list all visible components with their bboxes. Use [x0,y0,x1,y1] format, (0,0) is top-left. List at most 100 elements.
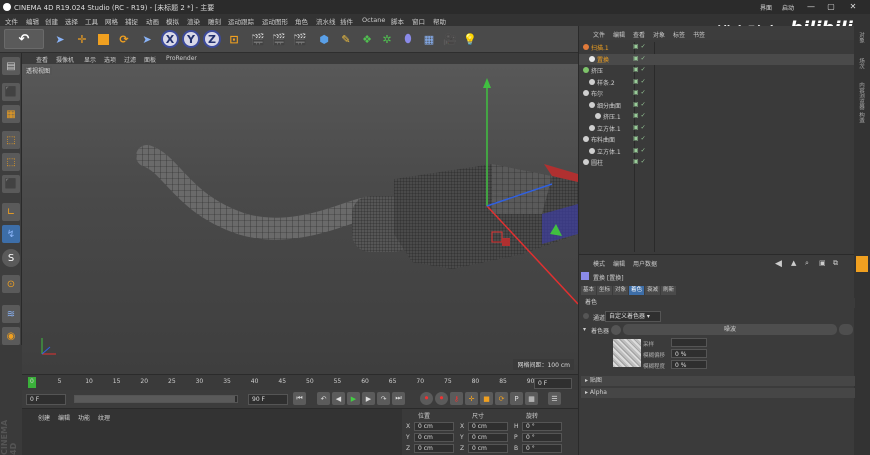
coord-field[interactable]: 0 cm [468,433,508,442]
visibility-check-icon[interactable]: ▣ ✓ [633,89,646,96]
menu-edit[interactable]: 编辑 [26,16,39,26]
x-axis-lock[interactable]: X [161,30,179,48]
back-arrow-icon[interactable]: ◀ [775,259,782,269]
obj-menu-edit[interactable]: 编辑 [613,30,625,39]
workplane-button[interactable]: ⊙ [2,275,20,293]
menu-snap[interactable]: 捕捉 [125,16,138,26]
menu-mesh[interactable]: 网格 [105,16,118,26]
object-name[interactable]: 挤压.1 [603,112,621,121]
obj-menu-view[interactable]: 查看 [633,30,645,39]
attr-tab[interactable]: 坐标 [597,286,613,295]
menu-select[interactable]: 选择 [65,16,78,26]
attr-tab[interactable]: 刷新 [661,286,677,295]
render-picture-viewer-button[interactable]: 🎬 [269,29,289,49]
vp-menu-options[interactable]: 选项 [104,55,116,64]
menu-render[interactable]: 渲染 [187,16,200,26]
object-row[interactable]: 挤压 ▣ ✓ [579,65,855,76]
move-tool-button[interactable]: ✛ [72,29,92,49]
attr-menu-edit[interactable]: 编辑 [613,259,625,268]
object-row[interactable]: 细分曲面 ▣ ✓ [579,100,855,111]
go-to-end-button[interactable]: ⏭ [392,392,405,405]
menu-window[interactable]: 窗口 [412,16,425,26]
object-row[interactable]: 立方体.1 ▣ ✓ [579,146,855,157]
coord-field[interactable]: 0 cm [468,422,508,431]
current-frame-field[interactable]: 0 F [534,378,572,389]
menu-file[interactable]: 文件 [5,16,18,26]
attr-tab[interactable]: 衰减 [645,286,661,295]
up-arrow-icon[interactable]: ▲ [791,259,796,267]
vp-menu-view[interactable]: 查看 [36,55,48,64]
menu-pipeline[interactable]: 流水线 [316,16,336,26]
texture-mode-button[interactable]: ▦ [2,105,20,123]
shader-menu-button[interactable] [839,324,853,335]
blur-scale-field[interactable]: 0 % [671,360,707,369]
object-name[interactable]: 样条.2 [597,78,615,87]
object-row[interactable]: 挤压.1 ▣ ✓ [579,111,855,122]
shader-slot[interactable]: 噪波 [623,324,837,335]
key-position-button[interactable]: ✛ [465,392,478,405]
points-mode-button[interactable]: ⬚ [2,131,20,149]
blur-offset-field[interactable]: 0 % [671,349,707,358]
deformer-button[interactable]: ⬮ [398,29,418,49]
prev-frame-button[interactable]: ◀ [332,392,345,405]
next-frame-button[interactable]: ▶ [362,392,375,405]
attr-tab[interactable]: 基本 [581,286,597,295]
object-name[interactable]: 置换 [597,55,609,64]
attr-menu-userdata[interactable]: 用户数据 [633,259,657,268]
channel-anim-dot[interactable] [583,313,589,319]
mat-menu-edit[interactable]: 编辑 [58,413,70,422]
object-name[interactable]: 细分曲面 [597,101,621,110]
autokey-button[interactable]: ⏺ [435,392,448,405]
alpha-section[interactable]: ▸ Alpha [581,388,855,398]
range-slider-fill[interactable] [75,396,235,402]
object-row[interactable]: 样条.2 ▣ ✓ [579,77,855,88]
object-row[interactable]: 布尔 ▣ ✓ [579,88,855,99]
go-to-start-button[interactable]: ⏮ [293,392,306,405]
y-axis-lock[interactable]: Y [182,30,200,48]
light-button[interactable]: 💡 [460,29,480,49]
key-parameter-button[interactable]: P [510,392,523,405]
record-button[interactable]: ⏺ [420,392,433,405]
menu-sculpt[interactable]: 雕刻 [208,16,221,26]
array-button[interactable]: ✲ [377,29,397,49]
obj-menu-tags[interactable]: 标签 [673,30,685,39]
menu-octane[interactable]: Octane [362,16,385,24]
prev-key-button[interactable]: ↶ [317,392,330,405]
layout-value[interactable]: 启动 [782,3,794,12]
close-button[interactable]: ✕ [848,2,858,12]
expand-arrow-icon[interactable]: ▾ [583,326,586,333]
object-name[interactable]: 立方体.1 [597,124,621,133]
model-mode-button[interactable]: ⬛ [2,83,20,101]
attr-tab[interactable]: 着色 [629,286,645,295]
cube-button[interactable]: ⬢ [314,29,334,49]
coord-field[interactable]: 0 cm [414,433,454,442]
object-name[interactable]: 挤压 [591,66,603,75]
menu-create[interactable]: 创建 [45,16,58,26]
attr-menu-mode[interactable]: 模式 [593,259,605,268]
scale-tool-button[interactable] [93,29,113,49]
visibility-check-icon[interactable]: ▣ ✓ [633,66,646,73]
visibility-check-icon[interactable]: ▣ ✓ [633,112,646,119]
polygons-mode-button[interactable]: ⬛ [2,175,20,193]
object-row[interactable]: 扫描.1 ▣ ✓ [579,42,855,53]
attr-tab[interactable]: 对象 [613,286,629,295]
make-editable-button[interactable]: ▤ [2,57,20,75]
vp-menu-display[interactable]: 显示 [84,55,96,64]
object-name[interactable]: 圆柱 [591,158,603,167]
timeline-ruler[interactable]: 0 5 10 15 20 25 30 35 40 45 50 55 60 65 70 75 80 85 90 0 F [22,374,578,390]
obj-menu-object[interactable]: 对象 [653,30,665,39]
maximize-button[interactable]: ▢ [826,2,836,12]
vp-menu-filter[interactable]: 过滤 [124,55,136,64]
menu-simulate[interactable]: 模拟 [166,16,179,26]
end-frame-field[interactable]: 90 F [248,394,288,405]
visibility-check-icon[interactable]: ▣ ✓ [633,101,646,108]
mat-menu-texture[interactable]: 纹理 [98,413,110,422]
undo-button[interactable]: ↶ [4,29,44,49]
range-slider[interactable] [74,395,238,403]
start-frame-field[interactable]: 0 F [26,394,66,405]
attributes-dock-tab[interactable] [856,256,868,272]
object-name[interactable]: 布尔 [591,89,603,98]
render-view-button[interactable]: 🎬 [248,29,268,49]
key-pla-button[interactable]: ▦ [525,392,538,405]
grid-layer-button[interactable]: ≋ [2,305,20,323]
